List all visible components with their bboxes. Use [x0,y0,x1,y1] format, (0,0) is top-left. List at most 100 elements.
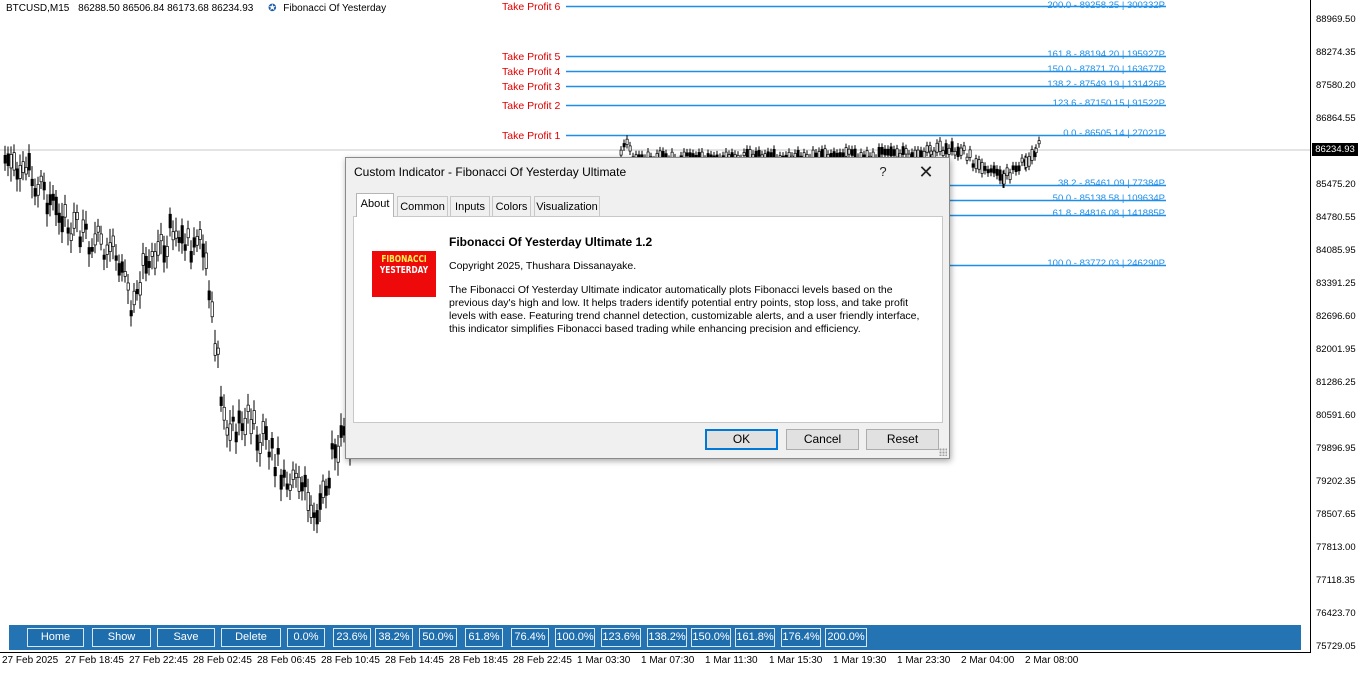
candle [198,229,202,240]
candle [300,482,304,492]
candle [1011,165,1015,171]
candle [959,147,963,156]
fib-level-button[interactable]: 61.8% [465,628,503,647]
candle [36,184,40,196]
candle [237,410,241,424]
cancel-button[interactable]: Cancel [786,429,859,450]
time-tick-label: 1 Mar 15:30 [769,655,823,666]
candle [297,476,301,492]
candle [117,263,121,276]
candle [18,165,22,179]
candle [261,421,265,434]
candle [267,451,271,458]
price-tick-label: 83391.25 [1316,278,1356,289]
candle [27,153,31,171]
candle [1017,165,1021,172]
fib-level-button[interactable]: 0.0% [287,628,325,647]
price-tick-label: 77813.00 [1316,542,1356,553]
candle [986,169,990,174]
fib-level-button[interactable]: 100.0% [555,628,595,647]
candle [1030,149,1034,161]
dialog-title: Custom Indicator - Fibonacci Of Yesterda… [354,165,627,179]
fib-level-button[interactable]: 76.4% [511,628,549,647]
candle [159,234,163,242]
candle [126,282,130,291]
ok-button[interactable]: OK [705,429,778,450]
current-price-label: 86234.93 [1312,143,1358,156]
candle [938,140,942,152]
candle [138,282,142,296]
candle [1020,157,1024,163]
price-axis[interactable] [1310,0,1362,653]
time-tick-label: 28 Feb 02:45 [193,655,252,666]
candle [30,178,34,187]
candle [892,149,896,156]
indicator-gear-icon[interactable]: ✪ [268,3,276,14]
candle [201,243,205,258]
take-profit-label: Take Profit 2 [502,100,561,112]
resize-grip[interactable] [939,448,947,456]
delete-button[interactable]: Delete [221,628,281,647]
candle [243,417,247,436]
fib-level-button[interactable]: 23.6% [333,628,371,647]
candle [111,235,115,247]
fib-level-button[interactable]: 200.0% [825,628,867,647]
candle [219,396,223,406]
fib-level-button[interactable]: 138.2% [647,628,687,647]
time-tick-label: 28 Feb 10:45 [321,655,380,666]
candle [1002,173,1006,185]
time-tick-label: 27 Feb 18:45 [65,655,124,666]
home-button[interactable]: Home [27,628,84,647]
save-button[interactable]: Save [157,628,215,647]
candle [168,213,172,229]
candle [183,244,187,251]
tab-colors[interactable]: Colors [492,196,531,217]
price-tick-label: 86864.55 [1316,113,1356,124]
candle [312,512,316,518]
candle [216,347,220,355]
candle [162,245,166,263]
candle [141,253,145,266]
ohlc-values: 86288.50 86506.84 86173.68 86234.93 [78,3,254,14]
tab-about[interactable]: About [356,193,394,217]
candle [42,181,46,191]
candle [249,419,253,435]
fib-level-label: 150.0 - 87871.70 | 163677P [1047,64,1165,75]
fib-level-button[interactable]: 123.6% [601,628,641,647]
price-tick-label: 88274.35 [1316,47,1356,58]
fib-level-button[interactable]: 161.8% [735,628,775,647]
candle [108,242,112,252]
fib-level-button[interactable]: 50.0% [419,628,457,647]
candle [75,212,79,221]
candle [99,233,103,245]
candle [901,146,905,155]
candle [147,261,151,268]
reset-button[interactable]: Reset [866,429,939,450]
fib-level-button[interactable]: 176.4% [781,628,821,647]
help-icon[interactable]: ? [876,164,890,179]
candle [195,236,199,246]
copyright-text: Copyright 2025, Thushara Dissanayake. [449,260,637,272]
fib-level-button[interactable]: 38.2% [375,628,413,647]
candle [258,442,262,454]
candle [231,416,235,422]
candle [3,155,7,164]
fib-level-label: 61.8 - 84816.08 | 141885P [1052,208,1165,219]
tab-common[interactable]: Common [397,196,448,217]
show-button[interactable]: Show [92,628,151,647]
fib-level-label: 161.8 - 88194.20 | 195927P [1047,49,1165,60]
candle [174,230,178,239]
candle [153,251,157,269]
tab-visualization[interactable]: Visualization [534,196,600,217]
price-tick-label: 75729.05 [1316,641,1356,652]
candle [625,138,629,145]
tab-inputs[interactable]: Inputs [450,196,490,217]
fib-level-button[interactable]: 150.0% [691,628,731,647]
time-tick-label: 27 Feb 2025 [2,655,59,666]
price-tick-label: 79202.35 [1316,476,1356,487]
candle [977,159,981,170]
close-icon[interactable]: ✕ [916,162,936,182]
candle [953,151,957,156]
candle [303,474,307,488]
candle [929,150,933,156]
